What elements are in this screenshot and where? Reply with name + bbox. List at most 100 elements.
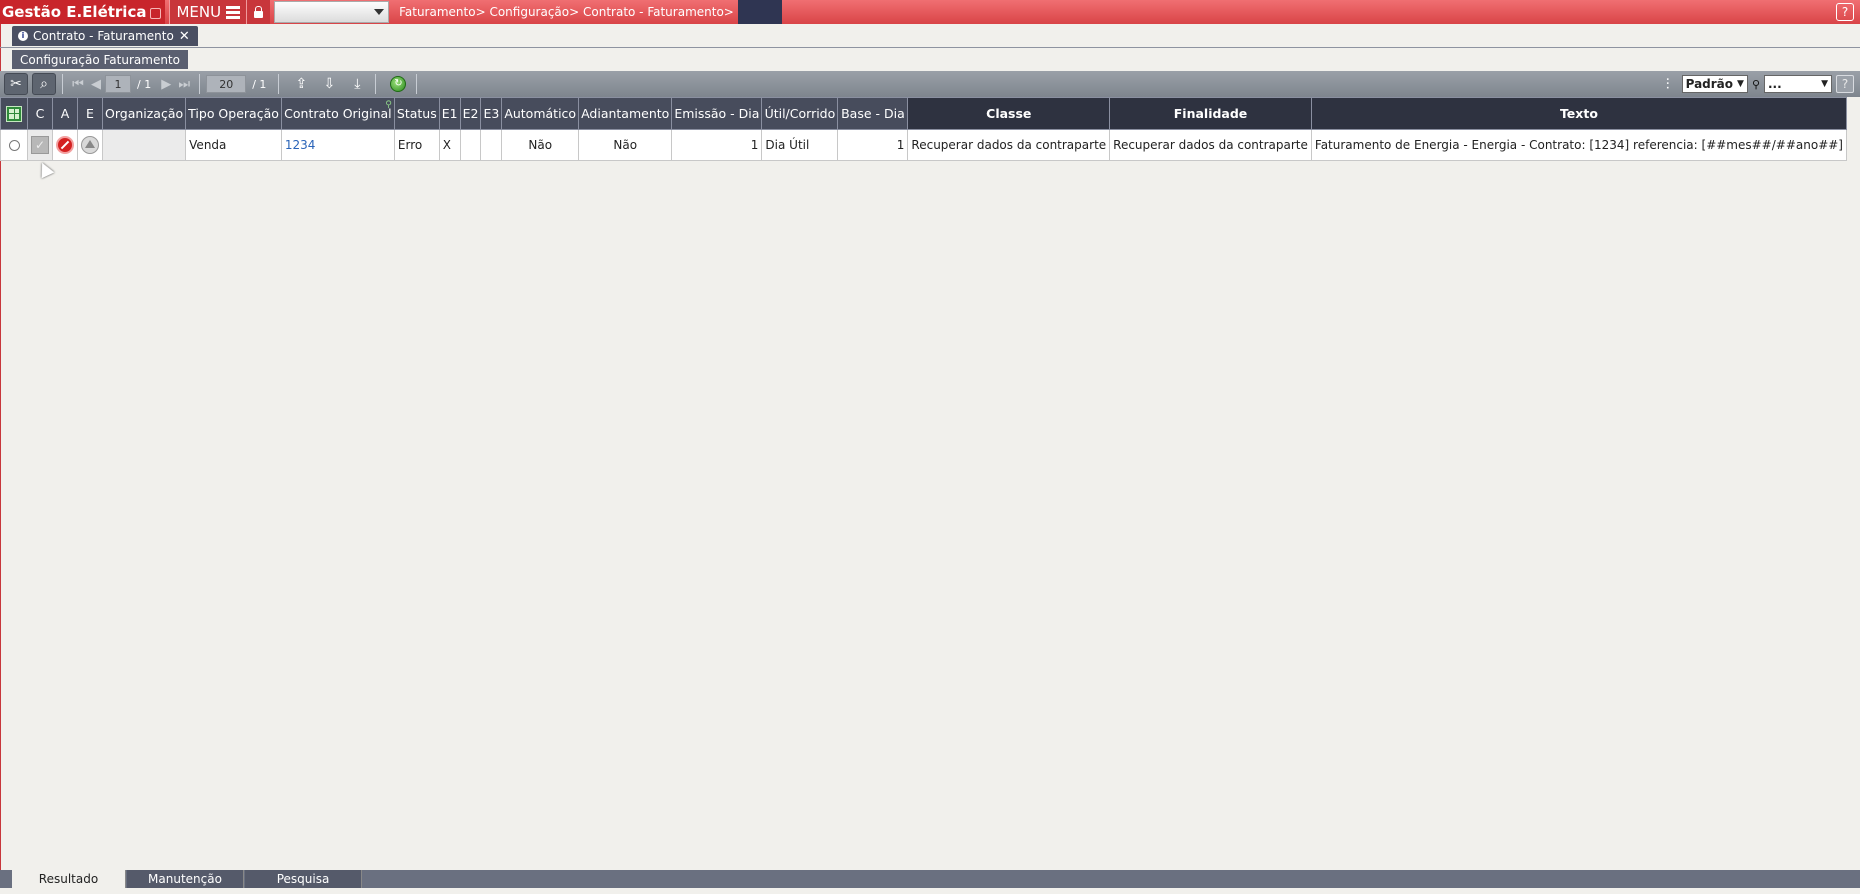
- organization-select[interactable]: [274, 1, 390, 23]
- cell-organizacao: [101, 129, 187, 161]
- row-confirm-button[interactable]: ✓: [27, 129, 53, 161]
- import-button[interactable]: ⇩: [317, 73, 341, 95]
- cell-base-dia: 1: [837, 129, 909, 161]
- filter-icon[interactable]: ⚲: [385, 100, 392, 110]
- grid-header-row: C A E Organização Tipo Operação Contrato…: [0, 97, 1847, 130]
- row-select-radio[interactable]: [0, 129, 28, 161]
- cell-finalidade: Recuperar dados da contraparte: [1109, 129, 1312, 161]
- table-row[interactable]: ✓ Venda 1234 Erro X Não Não 1 Dia Útil 1…: [0, 129, 1847, 161]
- col-header-e1[interactable]: E1: [438, 97, 461, 130]
- cell-automatico: Não: [501, 129, 580, 161]
- tools-button[interactable]: ✂: [4, 73, 28, 95]
- top-bar: Gestão E.Elétrica MENU Faturamento> Conf…: [0, 0, 1860, 24]
- tab-manutencao[interactable]: Manutenção: [127, 870, 244, 888]
- col-header-organizacao[interactable]: Organização: [101, 97, 187, 130]
- cell-texto: Faturamento de Energia - Energia - Contr…: [1310, 129, 1847, 161]
- cell-contrato-original: 1234: [280, 129, 395, 161]
- breadcrumb-end: [737, 0, 782, 24]
- col-header-e2[interactable]: E2: [459, 97, 482, 130]
- export-button[interactable]: ⇪: [289, 73, 313, 95]
- chevron-down-icon: [374, 9, 385, 15]
- col-header-e3[interactable]: E3: [480, 97, 503, 130]
- grid-toolbar: ✂ ⌕ ⏮ ◀ 1 / 1 ▶ ⏭ 20 / 1 ⇪ ⇩ ⤓ ↻ ⫶ Padrã…: [0, 71, 1860, 97]
- refresh-icon: ↻: [390, 76, 407, 92]
- next-page-icon[interactable]: ▶: [157, 77, 175, 92]
- col-header-adiantamento[interactable]: Adiantamento: [578, 97, 673, 130]
- toolbar-separator: [199, 74, 201, 94]
- cell-adiantamento: Não: [578, 129, 673, 161]
- window-tab-contrato-faturamento[interactable]: i Contrato - Faturamento ✕: [12, 26, 198, 46]
- tools-icon: ✂: [10, 76, 22, 92]
- cell-classe: Recuperar dados da contraparte: [907, 129, 1111, 161]
- refresh-button[interactable]: ↻: [386, 73, 410, 95]
- app-brand[interactable]: Gestão E.Elétrica: [0, 0, 166, 24]
- rows-total: / 1: [252, 77, 267, 91]
- page-current-input[interactable]: 1: [105, 75, 131, 93]
- col-header-c[interactable]: C: [27, 97, 53, 130]
- first-page-icon[interactable]: ⏮: [69, 77, 87, 92]
- key-icon: ⚲: [1751, 77, 1760, 91]
- col-header-classe[interactable]: Classe: [907, 97, 1111, 130]
- lock-icon[interactable]: [246, 0, 271, 24]
- chevron-down-icon: ▼: [1737, 79, 1744, 89]
- export-icon: ⇪: [295, 76, 308, 92]
- col-header-texto[interactable]: Texto: [1310, 97, 1847, 130]
- col-header-finalidade[interactable]: Finalidade: [1109, 97, 1312, 130]
- block-icon: [56, 136, 74, 154]
- col-header-tipo-operacao[interactable]: Tipo Operação: [185, 97, 282, 130]
- tab-resultado[interactable]: Resultado: [12, 870, 126, 888]
- chevron-down-icon: ▼: [1821, 79, 1828, 89]
- import-icon: ⇩: [323, 76, 336, 92]
- help-button[interactable]: ?: [1836, 3, 1854, 21]
- col-header-contrato-original-label: Contrato Original: [284, 106, 392, 121]
- col-header-e[interactable]: E: [77, 97, 103, 130]
- last-page-icon[interactable]: ⏭: [175, 77, 193, 92]
- cell-status: Erro: [393, 129, 440, 161]
- eject-icon: [81, 136, 99, 154]
- rows-per-page-input[interactable]: 20: [206, 75, 247, 93]
- col-header-util-corrido[interactable]: Útil/Corrido: [761, 97, 839, 130]
- app-title: Gestão E.Elétrica: [2, 3, 147, 21]
- info-icon: i: [18, 31, 28, 41]
- col-header-status[interactable]: Status: [393, 97, 440, 130]
- radio-icon: [8, 139, 20, 151]
- cell-tipo-operacao: Venda: [185, 129, 282, 161]
- download-icon: ⤓: [354, 76, 361, 92]
- tab-configuracao-faturamento[interactable]: Configuração Faturamento: [12, 50, 188, 69]
- col-header-automatico[interactable]: Automático: [501, 97, 580, 130]
- toolbar-help-button[interactable]: ?: [1836, 75, 1854, 93]
- layout-select[interactable]: Padrão ▼: [1681, 75, 1748, 93]
- cell-e3: [480, 129, 503, 161]
- toolbar-separator: [278, 74, 280, 94]
- download-button[interactable]: ⤓: [345, 73, 369, 95]
- prev-page-icon[interactable]: ◀: [87, 77, 105, 92]
- hamburger-icon: [226, 5, 241, 19]
- mouse-cursor: [35, 159, 55, 179]
- contrato-link[interactable]: 1234: [285, 138, 316, 152]
- cell-e2: [459, 129, 482, 161]
- saved-search-value: ...: [1768, 77, 1782, 91]
- col-header-a[interactable]: A: [52, 97, 78, 130]
- sliders-icon[interactable]: ⫶: [1658, 75, 1678, 93]
- tab-pesquisa[interactable]: Pesquisa: [245, 870, 362, 888]
- check-icon: ✓: [31, 136, 49, 154]
- select-all-header[interactable]: [0, 97, 28, 130]
- toolbar-separator: [62, 74, 63, 94]
- spreadsheet-icon: [6, 105, 22, 122]
- row-edit-button[interactable]: [77, 129, 103, 161]
- col-header-contrato-original[interactable]: Contrato Original ⚲: [280, 97, 395, 130]
- search-icon: ⌕: [40, 76, 48, 92]
- result-grid: C A E Organização Tipo Operação Contrato…: [0, 97, 1847, 161]
- saved-search-select[interactable]: ... ▼: [1764, 75, 1832, 93]
- cell-emissao-dia: 1: [671, 129, 763, 161]
- tab-divider: [0, 47, 1860, 48]
- search-button[interactable]: ⌕: [32, 73, 56, 95]
- row-cancel-button[interactable]: [52, 129, 78, 161]
- close-icon[interactable]: ✕: [179, 29, 190, 44]
- window-icon: [150, 8, 162, 19]
- layout-select-value: Padrão: [1685, 77, 1734, 91]
- col-header-base-dia[interactable]: Base - Dia: [837, 97, 909, 130]
- col-header-emissao-dia[interactable]: Emissão - Dia: [671, 97, 763, 130]
- menu-button[interactable]: MENU: [169, 0, 247, 24]
- toolbar-right: ⫶ Padrão ▼ ⚲ ... ▼ ?: [1658, 71, 1860, 97]
